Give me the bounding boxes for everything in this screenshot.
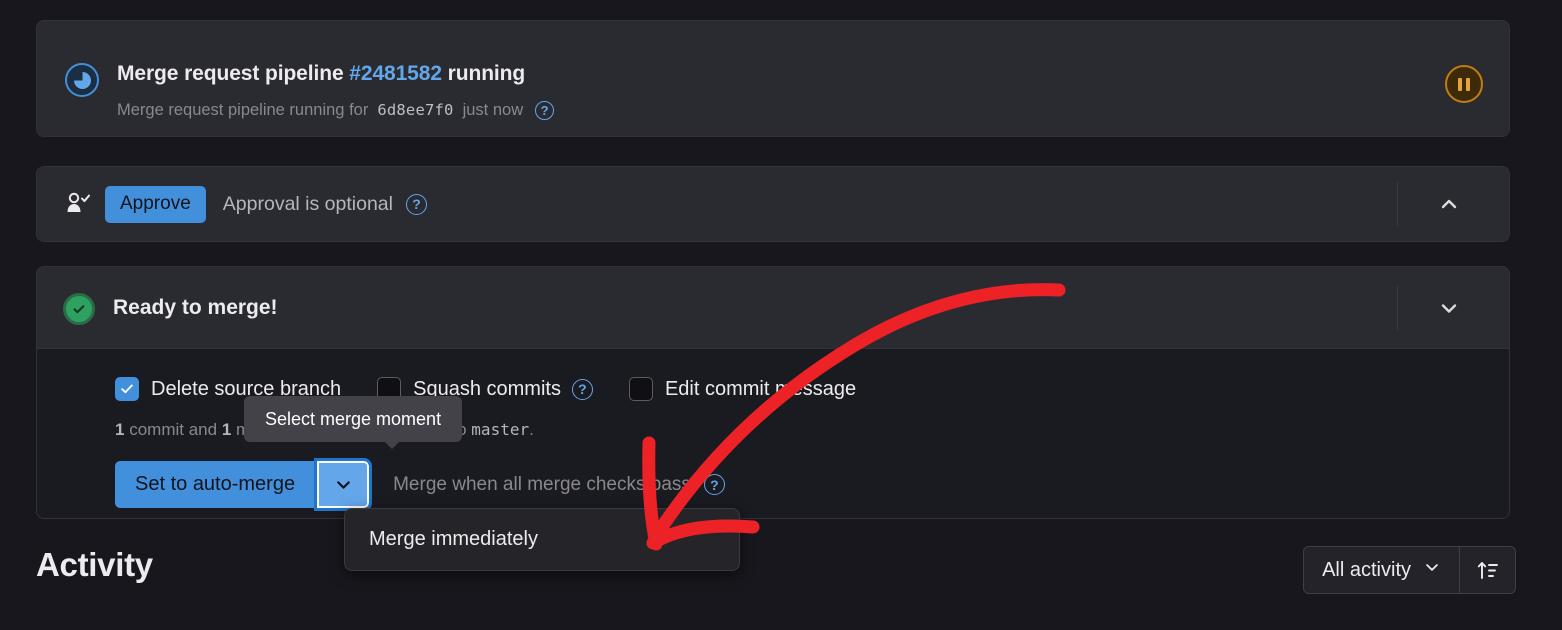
merge-action-row: Set to auto-merge Merge when all merge c… [115, 458, 1483, 511]
edit-commit-message-label: Edit commit message [664, 377, 857, 400]
commit-sha-link[interactable]: 6d8ee7f0 [377, 100, 453, 120]
merge-split-button: Set to auto-merge [115, 458, 373, 511]
ready-to-merge-card: Ready to merge! Delete source branch Squ… [36, 266, 1510, 519]
pipeline-title: Merge request pipeline #2481582 running [117, 61, 554, 87]
help-icon[interactable]: ? [405, 193, 427, 215]
pipeline-status-card: Merge request pipeline #2481582 running … [36, 20, 1510, 137]
merge-moment-dropdown-toggle[interactable] [314, 458, 373, 511]
sort-ascending-icon[interactable] [1459, 547, 1515, 593]
merge-hint-label: Merge when all merge checks pass [393, 473, 691, 495]
approval-card: Approve Approval is optional ? [36, 166, 1510, 242]
approval-note-text: Approval is optional [222, 192, 393, 215]
dropdown-item-merge-immediately[interactable]: Merge immediately [345, 519, 739, 560]
pipeline-subtitle-text: Merge request pipeline running for [117, 101, 369, 119]
merge-commit-count: 1 [221, 420, 232, 439]
pipeline-text-block: Merge request pipeline #2481582 running … [117, 61, 555, 120]
ready-to-merge-title: Ready to merge! [113, 295, 278, 319]
activity-filter-dropdown[interactable]: All activity [1304, 547, 1459, 593]
user-approve-icon [63, 190, 91, 218]
approval-collapse-zone [1397, 167, 1509, 241]
pause-pipeline-button[interactable] [1445, 65, 1483, 103]
chevron-down-icon[interactable] [1421, 292, 1477, 324]
pipeline-time-ago: just now [462, 101, 524, 119]
pipeline-running-icon [65, 63, 99, 97]
merge-hint-text: Merge when all merge checks pass ? [393, 474, 725, 496]
commit-text-1: commit and [129, 420, 218, 439]
help-icon[interactable]: ? [703, 474, 725, 495]
approval-card-header: Approve Approval is optional ? [37, 167, 1509, 241]
activity-filter-label: All activity [1322, 558, 1411, 581]
commit-text-end: . [529, 420, 534, 439]
pause-bar-left [1458, 77, 1462, 91]
pause-bar-right [1466, 77, 1470, 91]
running-glyph [73, 71, 91, 89]
edit-commit-message-checkbox[interactable] [628, 377, 653, 401]
commit-count: 1 [115, 420, 125, 439]
set-to-auto-merge-button[interactable]: Set to auto-merge [115, 461, 316, 508]
chevron-up-icon[interactable] [1421, 188, 1477, 220]
pipeline-title-suffix: running [447, 62, 526, 85]
approval-note: Approval is optional ? [223, 193, 427, 216]
pipeline-title-prefix: Merge request pipeline [117, 62, 344, 85]
pipeline-id-link[interactable]: #2481582 [349, 62, 442, 85]
pipeline-content: Merge request pipeline #2481582 running … [65, 37, 1487, 120]
help-icon[interactable]: ? [571, 378, 593, 400]
divider [1397, 182, 1398, 226]
pipeline-subtitle: Merge request pipeline running for 6d8ee… [117, 100, 555, 120]
merge-collapse-zone [1397, 267, 1509, 348]
merge-moment-dropdown-menu: Merge immediately [344, 508, 740, 571]
merge-card-header: Ready to merge! [37, 267, 1509, 349]
target-branch-name: master [471, 420, 530, 439]
merge-moment-tooltip: Select merge moment [244, 396, 463, 449]
activity-controls: All activity [1303, 546, 1516, 594]
activity-heading: Activity [36, 546, 153, 583]
merge-request-page: Merge request pipeline #2481582 running … [0, 0, 1562, 630]
edit-commit-message-option[interactable]: Edit commit message [628, 377, 857, 401]
success-check-icon [63, 292, 95, 325]
help-icon[interactable]: ? [535, 100, 555, 120]
chevron-down-icon [1423, 558, 1441, 582]
pipeline-card-header: Merge request pipeline #2481582 running … [37, 21, 1509, 136]
delete-source-branch-checkbox[interactable] [115, 377, 139, 401]
divider [1397, 285, 1398, 330]
approve-button[interactable]: Approve [105, 185, 206, 223]
